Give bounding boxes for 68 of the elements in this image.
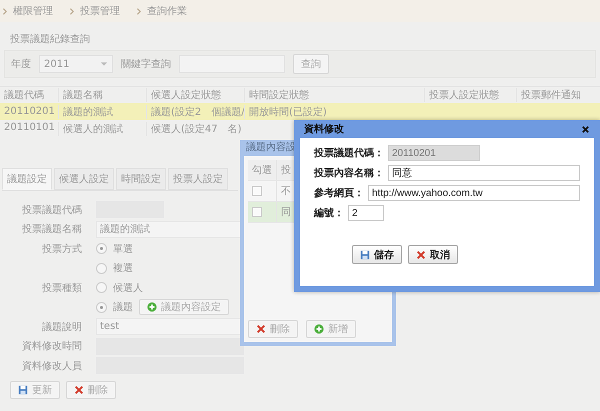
search-button[interactable]: 查詢: [293, 54, 329, 74]
table-cell: 議題的測試: [58, 104, 146, 118]
field-label: 資料修改時間: [21, 340, 83, 354]
column-header: 候選人設定狀態: [146, 88, 244, 102]
chevron-icon: [136, 6, 143, 16]
breadcrumb-link[interactable]: 查詢作業: [147, 4, 187, 18]
field-label: 編號：: [314, 206, 344, 220]
section-title: 投票議題紀錄查詢: [10, 32, 91, 46]
tab[interactable]: 候選人設定: [54, 168, 114, 190]
add-button[interactable]: 新增: [306, 320, 356, 338]
cross-icon: [74, 384, 84, 394]
keyword-label: 關鍵字查詢: [121, 58, 171, 71]
save-button[interactable]: 更新: [10, 380, 60, 398]
table-cell: 候選人的測試: [58, 122, 146, 136]
dialog-title: 議題內容設: [245, 140, 296, 155]
add-button[interactable]: 議題內容設定: [139, 299, 229, 316]
radio-button[interactable]: [96, 262, 107, 274]
field-label: 投票議題名稱: [21, 222, 83, 236]
plus-icon: [147, 302, 157, 312]
field-label: 資料修改人員: [21, 360, 83, 373]
close-icon[interactable]: [581, 124, 590, 134]
checkbox[interactable]: [252, 186, 262, 196]
radio-label: 複選: [113, 262, 133, 276]
dialog-title: 資料修改: [304, 122, 344, 136]
chevron-icon: [2, 6, 9, 16]
field-label: 投票方式: [41, 242, 83, 256]
input-field[interactable]: http://www.yahoo.com.tw: [368, 185, 580, 201]
field-label: 參考網頁：: [314, 186, 364, 200]
field-label: 議題說明: [41, 320, 83, 334]
table-cell: 開放時間(已設定): [244, 104, 424, 118]
radio-button[interactable]: [96, 302, 107, 313]
column-header: 勾選: [248, 160, 277, 180]
year-label: 年度: [11, 58, 31, 71]
table-cell: 候選人(設定47 名): [146, 122, 244, 136]
breadcrumb-link[interactable]: 投票管理: [80, 4, 120, 18]
tab[interactable]: 時間設定: [116, 168, 166, 190]
radio-label: 單選: [113, 242, 133, 256]
radio-button[interactable]: [96, 282, 107, 294]
caret-icon: [100, 60, 108, 68]
tab[interactable]: 投票人設定: [168, 168, 228, 190]
column-header: 議題代碼: [3, 88, 45, 102]
radio-label: 議題: [113, 300, 133, 314]
cancel-button[interactable]: 取消: [408, 245, 458, 264]
radio-button[interactable]: [96, 243, 107, 254]
column-header: 議題名稱: [58, 88, 146, 102]
radio-label: 候選人: [113, 282, 143, 295]
column-header: 投票人設定狀態: [424, 88, 516, 102]
input-field[interactable]: 同意: [388, 165, 580, 181]
year-select[interactable]: 2011: [39, 55, 113, 73]
checkbox[interactable]: [252, 207, 262, 217]
table-cell-text: 20110201: [3, 106, 56, 117]
save-button[interactable]: 儲存: [352, 245, 402, 264]
tab[interactable]: 議題設定: [2, 168, 52, 190]
delete-button[interactable]: 刪除: [248, 320, 298, 338]
chevron-icon: [69, 6, 76, 16]
table-cell-text: 20110101: [3, 122, 56, 133]
cross-icon: [256, 324, 266, 334]
delete-button[interactable]: 刪除: [66, 380, 116, 398]
field-label: 投票議題代碼: [21, 204, 83, 217]
cross-icon: [416, 250, 426, 260]
breadcrumb-link[interactable]: 權限管理: [13, 4, 53, 18]
field-label: 投票議題代碼：: [314, 146, 384, 160]
column-header: 時間設定狀態: [244, 88, 424, 102]
field-label: 投票內容名稱：: [314, 166, 384, 180]
plus-icon: [314, 324, 324, 334]
input-field[interactable]: 2: [348, 205, 384, 221]
column-header: 投票郵件通知: [516, 88, 600, 102]
field-label: 投票種類: [41, 282, 83, 295]
